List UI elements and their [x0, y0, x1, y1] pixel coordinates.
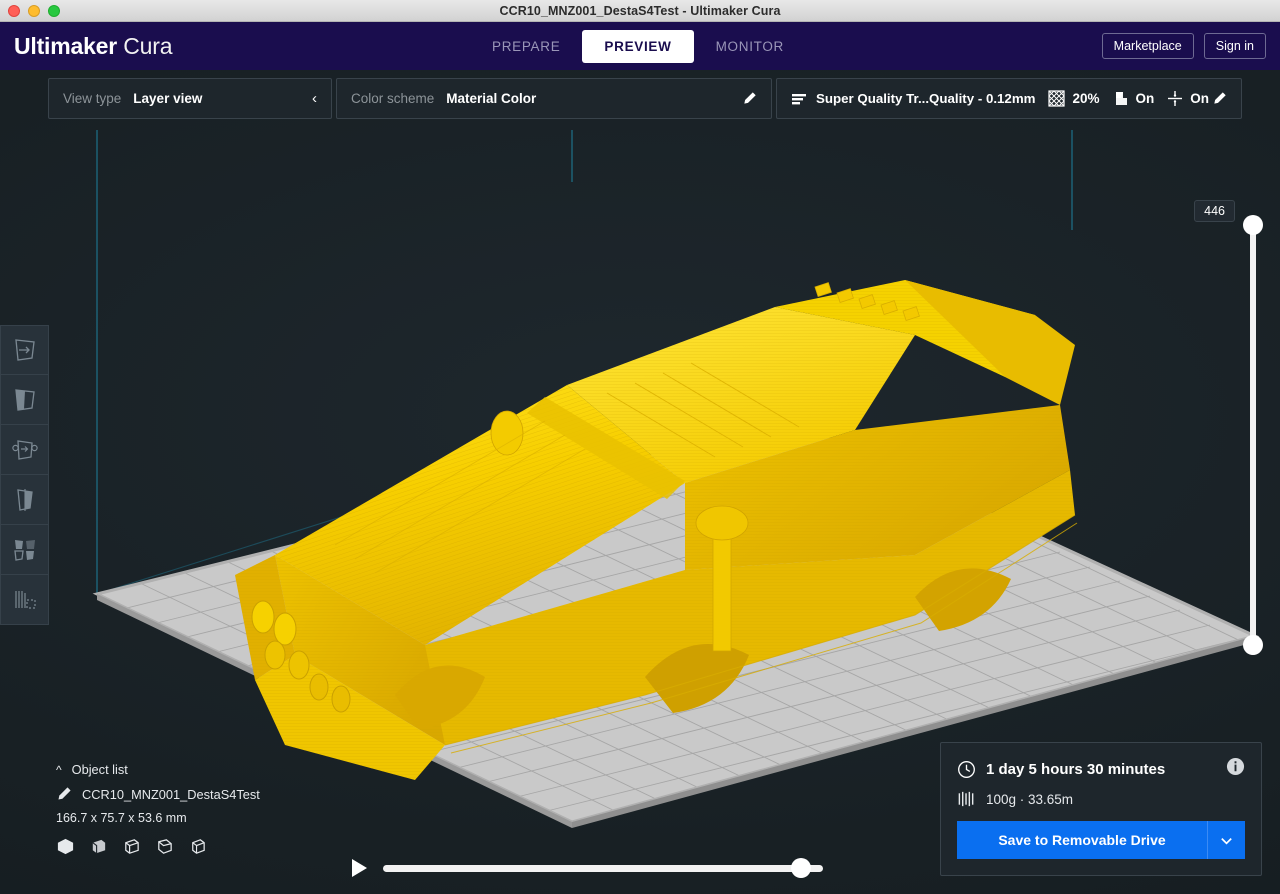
sign-in-button[interactable]: Sign in	[1203, 32, 1266, 60]
layer-slider-top-handle[interactable]	[1243, 215, 1263, 235]
adhesion-value: On	[1190, 91, 1210, 106]
mirror-tool[interactable]	[0, 475, 49, 525]
shaded-view-icon[interactable]	[188, 837, 207, 856]
support-blocker-tool[interactable]	[0, 575, 49, 625]
window-titlebar: CCR10_MNZ001_DestaS4Test - Ultimaker Cur…	[0, 0, 1280, 22]
layer-height-icon	[791, 91, 807, 107]
layer-number-badge: 446	[1194, 200, 1235, 222]
window-title: CCR10_MNZ001_DestaS4Test - Ultimaker Cur…	[499, 3, 781, 18]
cura-application-window: CCR10_MNZ001_DestaS4Test - Ultimaker Cur…	[0, 0, 1280, 894]
material-usage-row: 100g · 33.65m	[957, 790, 1245, 808]
info-icon[interactable]	[1226, 757, 1245, 781]
save-to-removable-drive-button[interactable]: Save to Removable Drive	[957, 821, 1207, 859]
object-name: CCR10_MNZ001_DestaS4Test	[82, 786, 260, 802]
simulation-playback-bar	[352, 858, 823, 878]
view-type-value: Layer view	[133, 91, 203, 106]
view-type-selector[interactable]: View type Layer view ‹	[48, 78, 332, 119]
tab-preview[interactable]: PREVIEW	[582, 29, 694, 63]
tab-prepare[interactable]: PREPARE	[470, 30, 582, 63]
color-scheme-label: Color scheme	[351, 91, 435, 106]
move-tool[interactable]	[0, 325, 49, 375]
minimize-window-button[interactable]	[28, 5, 40, 17]
adhesion-icon	[1167, 90, 1183, 107]
layers-view-icon[interactable]	[155, 837, 174, 856]
object-list-heading: Object list	[71, 762, 128, 777]
marketplace-button[interactable]: Marketplace	[1101, 32, 1194, 60]
play-icon[interactable]	[352, 859, 367, 877]
scale-tool[interactable]	[0, 375, 49, 425]
per-model-settings-tool[interactable]	[0, 525, 49, 575]
simulation-slider-track[interactable]	[383, 858, 823, 878]
object-dimensions: 166.7 x 75.7 x 53.6 mm	[56, 811, 187, 825]
print-settings-pencil-icon[interactable]	[1212, 91, 1227, 106]
chevron-left-icon[interactable]: ‹	[312, 91, 317, 106]
color-scheme-selector[interactable]: Color scheme Material Color	[336, 78, 772, 119]
support-value: On	[1135, 91, 1155, 106]
estimated-time-row: 1 day 5 hours 30 minutes	[957, 757, 1245, 781]
layer-slider: 446	[1194, 200, 1265, 655]
print-profile-value: Super Quality Tr...Quality - 0.12mm	[816, 91, 1036, 106]
layer-slider-bottom-handle[interactable]	[1243, 635, 1263, 655]
support-blocker-icon	[14, 590, 36, 609]
pencil-icon	[58, 787, 71, 800]
view-type-label: View type	[63, 91, 122, 106]
color-scheme-value: Material Color	[446, 91, 537, 106]
support-icon	[1113, 90, 1129, 107]
rotate-tool[interactable]	[0, 425, 49, 475]
view-settings-bar: View type Layer view ‹ Color scheme Mate…	[48, 78, 1242, 119]
app-header: Ultimaker Cura PREPARE PREVIEW MONITOR M…	[0, 22, 1280, 70]
wireframe-view-icon[interactable]	[122, 837, 141, 856]
per-model-settings-icon	[13, 539, 35, 561]
main-tabs: PREPARE PREVIEW MONITOR	[470, 22, 806, 70]
brand-name-bold: Ultimaker	[14, 32, 118, 59]
header-actions: Marketplace Sign in	[1101, 22, 1266, 70]
layer-slider-track[interactable]	[1250, 225, 1256, 645]
infill-icon	[1048, 90, 1066, 107]
chevron-down-icon	[1221, 837, 1232, 845]
maximize-window-button[interactable]	[48, 5, 60, 17]
simulation-slider-handle[interactable]	[791, 858, 811, 878]
infill-value: 20%	[1072, 91, 1100, 106]
chevron-up-icon[interactable]: ^	[56, 763, 62, 777]
window-traffic-lights	[8, 5, 60, 17]
save-options-dropdown[interactable]	[1207, 821, 1245, 859]
clock-icon	[958, 760, 975, 778]
brand-name-light: Cura	[123, 32, 173, 59]
estimated-print-time: 1 day 5 hours 30 minutes	[986, 760, 1166, 778]
tab-monitor[interactable]: MONITOR	[694, 30, 806, 63]
solid-view-icon[interactable]	[56, 837, 75, 856]
rotate-icon	[11, 439, 38, 460]
material-usage: 100g · 33.65m	[986, 791, 1074, 807]
xray-view-icon[interactable]	[89, 837, 108, 856]
save-action-row: Save to Removable Drive	[957, 821, 1245, 859]
object-list-panel: ^ Object list CCR10_MNZ001_DestaS4Test 1…	[56, 762, 386, 856]
tool-strip	[0, 325, 49, 625]
mirror-icon	[16, 488, 33, 511]
filament-icon	[958, 791, 974, 807]
close-window-button[interactable]	[8, 5, 20, 17]
scale-icon	[14, 388, 35, 411]
print-info-panel: 1 day 5 hours 30 minutes 100g · 33.65m S…	[940, 742, 1262, 876]
sliced-model	[235, 280, 1078, 780]
object-list-header[interactable]: ^ Object list	[56, 762, 386, 777]
pencil-icon[interactable]	[742, 91, 757, 106]
app-logo: Ultimaker Cura	[14, 33, 172, 60]
object-list-item[interactable]: CCR10_MNZ001_DestaS4Test	[56, 786, 386, 802]
print-settings-selector[interactable]: Super Quality Tr...Quality - 0.12mm 20% …	[776, 78, 1242, 119]
view-mode-icons	[56, 837, 386, 856]
move-icon	[14, 339, 35, 361]
